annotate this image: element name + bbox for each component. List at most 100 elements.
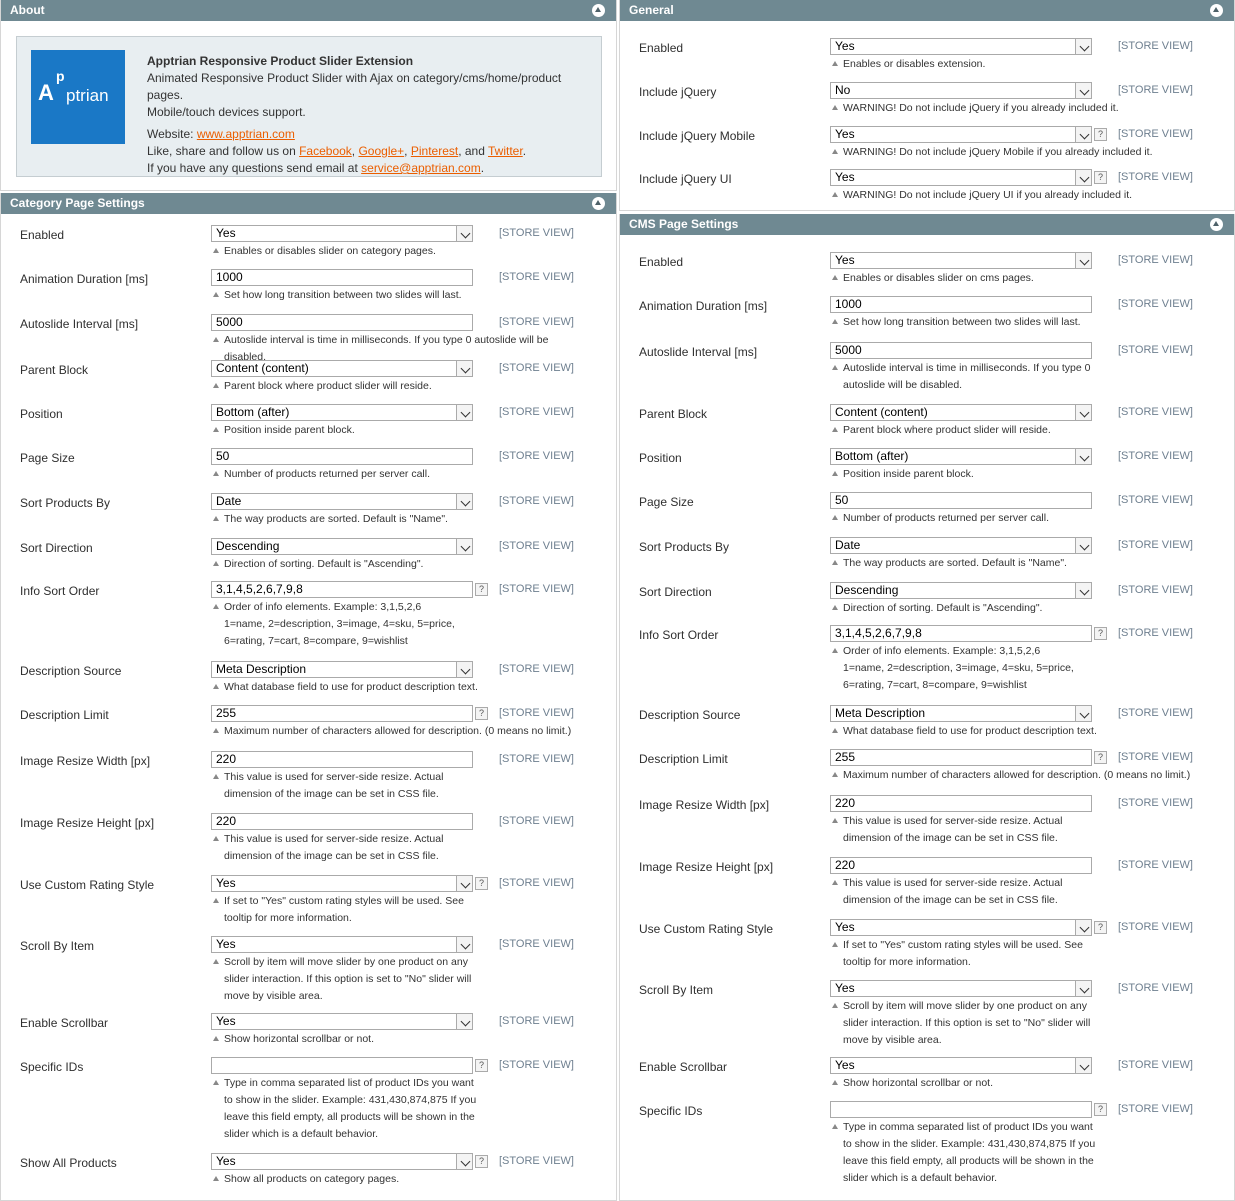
chevron-down-icon[interactable] bbox=[1079, 1060, 1090, 1071]
chevron-down-icon[interactable] bbox=[460, 363, 471, 374]
note-triangle-icon bbox=[832, 275, 838, 280]
setting-input[interactable]: 220 bbox=[211, 813, 473, 830]
help-tooltip-icon[interactable]: ? bbox=[1094, 128, 1107, 141]
scope-label: [STORE VIEW] bbox=[499, 877, 574, 889]
twitter-link[interactable]: Twitter bbox=[488, 144, 523, 158]
setting-select[interactable]: Descending bbox=[830, 582, 1092, 599]
category-header[interactable]: Category Page Settings bbox=[1, 193, 616, 214]
setting-select[interactable]: Yes bbox=[211, 1013, 473, 1030]
setting-select[interactable]: Content (content) bbox=[211, 360, 473, 377]
pinterest-link[interactable]: Pinterest bbox=[411, 144, 458, 158]
collapse-icon[interactable] bbox=[592, 197, 605, 210]
chevron-down-icon[interactable] bbox=[460, 664, 471, 675]
setting-input[interactable]: 220 bbox=[830, 857, 1092, 874]
setting-select[interactable]: Descending bbox=[211, 538, 473, 555]
website-label: Website: bbox=[147, 127, 197, 141]
chevron-down-icon[interactable] bbox=[1079, 85, 1090, 96]
help-tooltip-icon[interactable]: ? bbox=[475, 1059, 488, 1072]
chevron-down-icon[interactable] bbox=[1079, 172, 1090, 183]
setting-value: Meta Description bbox=[216, 662, 307, 676]
help-tooltip-icon[interactable]: ? bbox=[1094, 921, 1107, 934]
setting-select[interactable]: Yes bbox=[830, 1057, 1092, 1074]
setting-select[interactable]: Yes bbox=[830, 169, 1092, 186]
setting-select[interactable]: Date bbox=[211, 493, 473, 510]
setting-input[interactable]: 1000 bbox=[830, 296, 1092, 313]
chevron-down-icon[interactable] bbox=[1079, 540, 1090, 551]
setting-note: Number of products returned per server c… bbox=[213, 466, 593, 483]
setting-select[interactable]: Yes bbox=[830, 126, 1092, 143]
general-header[interactable]: General bbox=[620, 0, 1234, 21]
note-text: Parent block where product slider will r… bbox=[843, 424, 1051, 436]
setting-select[interactable]: Date bbox=[830, 537, 1092, 554]
help-tooltip-icon[interactable]: ? bbox=[475, 707, 488, 720]
collapse-icon[interactable] bbox=[1210, 218, 1223, 231]
chevron-down-icon[interactable] bbox=[460, 939, 471, 950]
setting-input[interactable] bbox=[830, 1101, 1092, 1118]
chevron-down-icon[interactable] bbox=[1079, 922, 1090, 933]
setting-input[interactable]: 5000 bbox=[211, 314, 473, 331]
help-tooltip-icon[interactable]: ? bbox=[1094, 171, 1107, 184]
chevron-down-icon[interactable] bbox=[1079, 451, 1090, 462]
setting-select[interactable]: Yes bbox=[830, 38, 1092, 55]
setting-input[interactable]: 220 bbox=[830, 795, 1092, 812]
setting-select[interactable]: Bottom (after) bbox=[211, 404, 473, 421]
help-tooltip-icon[interactable]: ? bbox=[1094, 1103, 1107, 1116]
help-tooltip-icon[interactable]: ? bbox=[1094, 751, 1107, 764]
setting-input[interactable]: 5000 bbox=[830, 342, 1092, 359]
about-header[interactable]: About bbox=[1, 0, 616, 21]
setting-select[interactable]: Yes bbox=[211, 875, 473, 892]
scope-label: [STORE VIEW] bbox=[1118, 171, 1193, 183]
setting-select[interactable]: No bbox=[830, 82, 1092, 99]
chevron-down-icon[interactable] bbox=[1079, 983, 1090, 994]
chevron-down-icon[interactable] bbox=[1079, 585, 1090, 596]
setting-select[interactable]: Meta Description bbox=[830, 705, 1092, 722]
chevron-down-icon[interactable] bbox=[460, 1016, 471, 1027]
chevron-down-icon[interactable] bbox=[460, 228, 471, 239]
help-tooltip-icon[interactable]: ? bbox=[1094, 627, 1107, 640]
website-link[interactable]: www.apptrian.com bbox=[197, 127, 295, 141]
chevron-down-icon[interactable] bbox=[1079, 41, 1090, 52]
setting-select[interactable]: Content (content) bbox=[830, 404, 1092, 421]
setting-input[interactable]: 220 bbox=[211, 751, 473, 768]
help-tooltip-icon[interactable]: ? bbox=[475, 583, 488, 596]
scope-label: [STORE VIEW] bbox=[1118, 982, 1193, 994]
setting-select[interactable]: Yes bbox=[830, 252, 1092, 269]
help-tooltip-icon[interactable]: ? bbox=[475, 877, 488, 890]
chevron-down-icon[interactable] bbox=[460, 407, 471, 418]
note-text: The way products are sorted. Default is … bbox=[224, 513, 448, 525]
setting-input[interactable]: 255 bbox=[830, 749, 1092, 766]
note-triangle-icon bbox=[832, 728, 838, 733]
setting-input[interactable]: 3,1,4,5,2,6,7,9,8 bbox=[211, 581, 473, 598]
chevron-down-icon[interactable] bbox=[460, 496, 471, 507]
chevron-down-icon[interactable] bbox=[1079, 255, 1090, 266]
help-tooltip-icon[interactable]: ? bbox=[475, 1155, 488, 1168]
note-text: Position inside parent block. bbox=[843, 468, 974, 480]
setting-input[interactable]: 50 bbox=[211, 448, 473, 465]
setting-input[interactable]: 1000 bbox=[211, 269, 473, 286]
setting-select[interactable]: Yes bbox=[830, 919, 1092, 936]
setting-label: Parent Block bbox=[639, 407, 708, 421]
setting-input[interactable]: 3,1,4,5,2,6,7,9,8 bbox=[830, 625, 1092, 642]
chevron-down-icon[interactable] bbox=[460, 878, 471, 889]
setting-select[interactable]: Yes bbox=[830, 980, 1092, 997]
setting-select[interactable]: Bottom (after) bbox=[830, 448, 1092, 465]
chevron-down-icon[interactable] bbox=[460, 541, 471, 552]
collapse-icon[interactable] bbox=[592, 4, 605, 17]
cms-header[interactable]: CMS Page Settings bbox=[620, 214, 1234, 235]
setting-select[interactable]: Yes bbox=[211, 225, 473, 242]
chevron-down-icon[interactable] bbox=[460, 1156, 471, 1167]
setting-input[interactable]: 255 bbox=[211, 705, 473, 722]
setting-input[interactable]: 50 bbox=[830, 492, 1092, 509]
setting-select[interactable]: Yes bbox=[211, 1153, 473, 1170]
setting-select[interactable]: Yes bbox=[211, 936, 473, 953]
setting-select[interactable]: Meta Description bbox=[211, 661, 473, 678]
facebook-link[interactable]: Facebook bbox=[299, 144, 352, 158]
setting-input[interactable] bbox=[211, 1057, 473, 1074]
setting-note: Parent block where product slider will r… bbox=[213, 378, 593, 395]
email-link[interactable]: service@apptrian.com bbox=[361, 161, 481, 175]
chevron-down-icon[interactable] bbox=[1079, 407, 1090, 418]
chevron-down-icon[interactable] bbox=[1079, 708, 1090, 719]
chevron-down-icon[interactable] bbox=[1079, 129, 1090, 140]
collapse-icon[interactable] bbox=[1210, 4, 1223, 17]
googleplus-link[interactable]: Google+ bbox=[358, 144, 404, 158]
